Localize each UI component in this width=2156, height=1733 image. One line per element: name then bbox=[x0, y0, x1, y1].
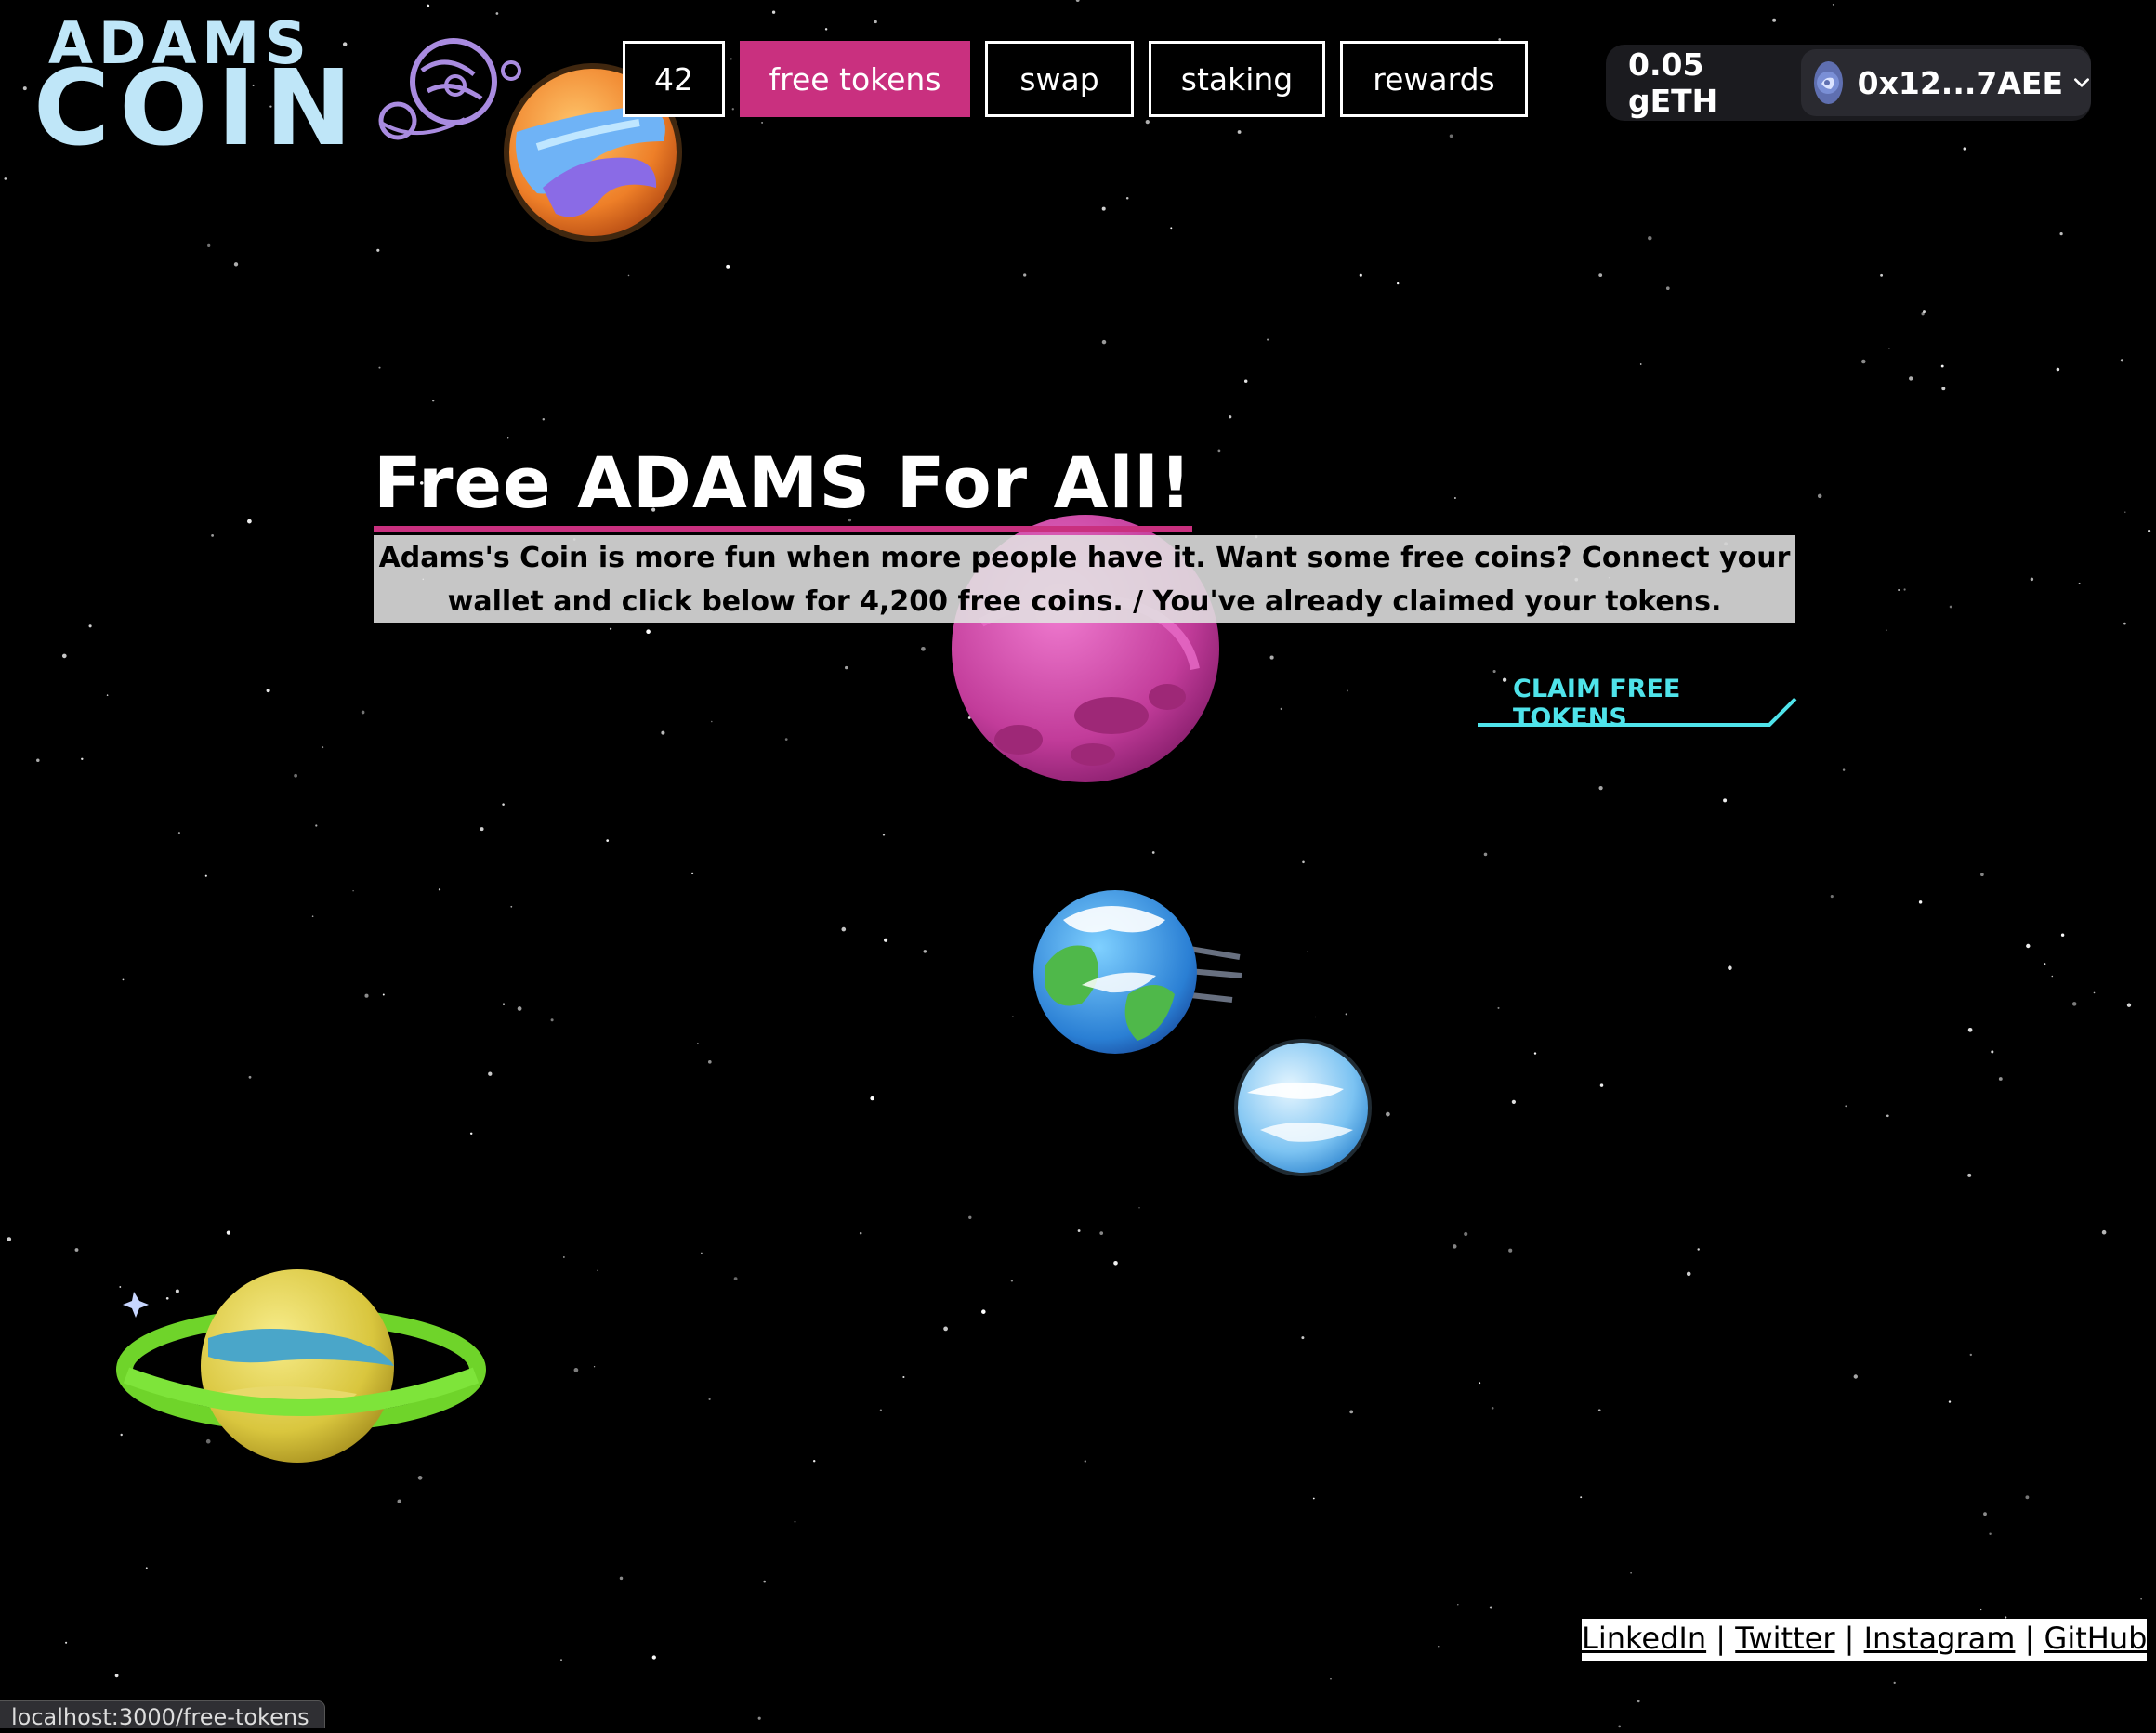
nav-item-free-tokens[interactable]: free tokens bbox=[740, 41, 970, 117]
page-description: Adams's Coin is more fun when more peopl… bbox=[374, 535, 1795, 623]
status-bar-url: localhost:3000/free-tokens bbox=[0, 1700, 325, 1730]
wallet-widget: 0.05 gETH 0x12...7AEE bbox=[1606, 45, 2091, 121]
github-link[interactable]: GitHub bbox=[2044, 1621, 2148, 1656]
main-nav: 42 free tokens swap staking rewards bbox=[623, 41, 1528, 121]
link-separator: | bbox=[2024, 1621, 2035, 1656]
social-links: LinkedIn | Twitter | Instagram | GitHub bbox=[1582, 1619, 2148, 1661]
link-separator: | bbox=[1716, 1621, 1727, 1656]
nav-item-staking[interactable]: staking bbox=[1149, 41, 1325, 117]
chevron-down-icon bbox=[2074, 78, 2090, 87]
claim-free-tokens-button[interactable]: CLAIM FREE TOKENS bbox=[1476, 669, 1799, 732]
nav-item-rewards[interactable]: rewards bbox=[1340, 41, 1528, 117]
starfield-background bbox=[4, 0, 2151, 1728]
ice-planet-decoration bbox=[1234, 1039, 1372, 1176]
wallet-address: 0x12...7AEE bbox=[1857, 64, 2064, 101]
nav-item-42[interactable]: 42 bbox=[623, 41, 725, 117]
account-button[interactable]: 0x12...7AEE bbox=[1801, 49, 2091, 116]
claim-button-label: CLAIM FREE TOKENS bbox=[1513, 675, 1681, 732]
wallet-avatar-icon bbox=[1814, 61, 1843, 104]
linkedin-link[interactable]: LinkedIn bbox=[1582, 1621, 1706, 1656]
adams-coin-logo[interactable]: ADAMS COIN bbox=[33, 9, 521, 161]
nav-item-swap[interactable]: swap bbox=[985, 41, 1134, 117]
logo-line-2: COIN bbox=[33, 48, 362, 169]
instagram-link[interactable]: Instagram bbox=[1864, 1621, 2016, 1656]
link-separator: | bbox=[1844, 1621, 1855, 1656]
earth-planet-decoration bbox=[1033, 890, 1242, 1054]
ringed-planet-decoration bbox=[116, 1269, 486, 1463]
wallet-balance[interactable]: 0.05 gETH bbox=[1628, 46, 1794, 119]
page-title: Free ADAMS For All! bbox=[374, 440, 1193, 532]
twitter-link[interactable]: Twitter bbox=[1735, 1621, 1834, 1656]
